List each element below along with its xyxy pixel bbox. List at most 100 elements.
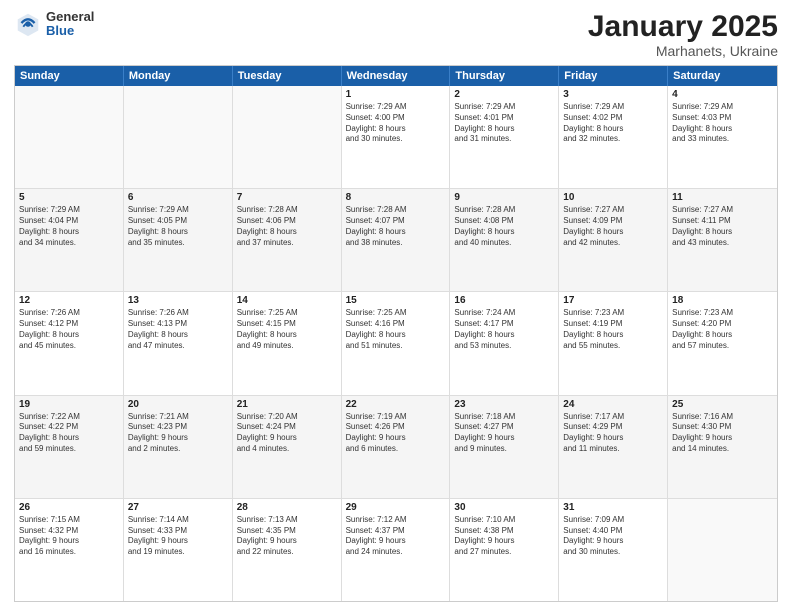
page: General Blue January 2025 Marhanets, Ukr… <box>0 0 792 612</box>
day-number: 26 <box>19 502 119 513</box>
day-number: 11 <box>672 192 773 203</box>
day-content: Sunrise: 7:29 AM Sunset: 4:04 PM Dayligh… <box>19 205 119 248</box>
day-cell-5: 5 Sunrise: 7:29 AM Sunset: 4:04 PM Daylig… <box>15 189 124 291</box>
day-content: Sunrise: 7:27 AM Sunset: 4:09 PM Dayligh… <box>563 205 663 248</box>
day-number: 7 <box>237 192 337 203</box>
day-cell-21: 21 Sunrise: 7:20 AM Sunset: 4:24 PM Dayli… <box>233 396 342 498</box>
day-content: Sunrise: 7:29 AM Sunset: 4:02 PM Dayligh… <box>563 102 663 145</box>
day-content: Sunrise: 7:29 AM Sunset: 4:00 PM Dayligh… <box>346 102 446 145</box>
day-number: 3 <box>563 89 663 100</box>
day-number: 27 <box>128 502 228 513</box>
title-block: January 2025 Marhanets, Ukraine <box>588 10 778 59</box>
day-cell-7: 7 Sunrise: 7:28 AM Sunset: 4:06 PM Daylig… <box>233 189 342 291</box>
day-content: Sunrise: 7:23 AM Sunset: 4:19 PM Dayligh… <box>563 308 663 351</box>
day-cell-1: 1 Sunrise: 7:29 AM Sunset: 4:00 PM Daylig… <box>342 86 451 188</box>
day-cell-13: 13Sunrise: 7:26 AM Sunset: 4:13 PM Dayli… <box>124 292 233 394</box>
empty-cell <box>668 499 777 601</box>
day-cell-31: 31 Sunrise: 7:09 AM Sunset: 4:40 PM Dayli… <box>559 499 668 601</box>
day-cell-18: 18 Sunrise: 7:23 AM Sunset: 4:20 PM Dayli… <box>668 292 777 394</box>
day-cell-3: 3 Sunrise: 7:29 AM Sunset: 4:02 PM Daylig… <box>559 86 668 188</box>
header: General Blue January 2025 Marhanets, Ukr… <box>14 10 778 59</box>
day-content: Sunrise: 7:29 AM Sunset: 4:03 PM Dayligh… <box>672 102 773 145</box>
day-number: 19 <box>19 399 119 410</box>
day-cell-26: 26 Sunrise: 7:15 AM Sunset: 4:32 PM Dayli… <box>15 499 124 601</box>
day-cell-9: 9Sunrise: 7:28 AM Sunset: 4:08 PM Daylig… <box>450 189 559 291</box>
empty-cell <box>124 86 233 188</box>
day-content: Sunrise: 7:15 AM Sunset: 4:32 PM Dayligh… <box>19 515 119 558</box>
day-header-saturday: Saturday <box>668 66 777 86</box>
day-cell-20: 20 Sunrise: 7:21 AM Sunset: 4:23 PM Dayli… <box>124 396 233 498</box>
logo-icon <box>14 10 42 38</box>
logo-text: General Blue <box>46 10 94 39</box>
day-number: 28 <box>237 502 337 513</box>
calendar-header: SundayMondayTuesdayWednesdayThursdayFrid… <box>15 66 777 86</box>
day-cell-28: 28Sunrise: 7:13 AM Sunset: 4:35 PM Dayli… <box>233 499 342 601</box>
day-number: 12 <box>19 295 119 306</box>
day-number: 17 <box>563 295 663 306</box>
day-number: 6 <box>128 192 228 203</box>
day-number: 31 <box>563 502 663 513</box>
day-number: 30 <box>454 502 554 513</box>
calendar: SundayMondayTuesdayWednesdayThursdayFrid… <box>14 65 778 602</box>
location: Marhanets, Ukraine <box>588 43 778 59</box>
day-content: Sunrise: 7:23 AM Sunset: 4:20 PM Dayligh… <box>672 308 773 351</box>
week-row-4: 19 Sunrise: 7:22 AM Sunset: 4:22 PM Dayli… <box>15 395 777 498</box>
day-header-thursday: Thursday <box>450 66 559 86</box>
empty-cell <box>15 86 124 188</box>
day-content: Sunrise: 7:12 AM Sunset: 4:37 PM Dayligh… <box>346 515 446 558</box>
day-header-sunday: Sunday <box>15 66 124 86</box>
day-header-wednesday: Wednesday <box>342 66 451 86</box>
day-cell-6: 6 Sunrise: 7:29 AM Sunset: 4:05 PM Daylig… <box>124 189 233 291</box>
day-number: 15 <box>346 295 446 306</box>
day-number: 18 <box>672 295 773 306</box>
day-number: 24 <box>563 399 663 410</box>
logo-blue-label: Blue <box>46 24 94 38</box>
day-content: Sunrise: 7:28 AM Sunset: 4:06 PM Dayligh… <box>237 205 337 248</box>
day-content: Sunrise: 7:17 AM Sunset: 4:29 PM Dayligh… <box>563 412 663 455</box>
day-cell-27: 27 Sunrise: 7:14 AM Sunset: 4:33 PM Dayli… <box>124 499 233 601</box>
day-header-tuesday: Tuesday <box>233 66 342 86</box>
day-content: Sunrise: 7:29 AM Sunset: 4:01 PM Dayligh… <box>454 102 554 145</box>
day-cell-10: 10 Sunrise: 7:27 AM Sunset: 4:09 PM Dayli… <box>559 189 668 291</box>
day-content: Sunrise: 7:18 AM Sunset: 4:27 PM Dayligh… <box>454 412 554 455</box>
day-content: Sunrise: 7:26 AM Sunset: 4:12 PM Dayligh… <box>19 308 119 351</box>
day-number: 1 <box>346 89 446 100</box>
day-cell-24: 24 Sunrise: 7:17 AM Sunset: 4:29 PM Dayli… <box>559 396 668 498</box>
day-number: 23 <box>454 399 554 410</box>
day-cell-16: 16Sunrise: 7:24 AM Sunset: 4:17 PM Dayli… <box>450 292 559 394</box>
day-cell-19: 19 Sunrise: 7:22 AM Sunset: 4:22 PM Dayli… <box>15 396 124 498</box>
day-content: Sunrise: 7:27 AM Sunset: 4:11 PM Dayligh… <box>672 205 773 248</box>
day-number: 29 <box>346 502 446 513</box>
day-content: Sunrise: 7:20 AM Sunset: 4:24 PM Dayligh… <box>237 412 337 455</box>
day-content: Sunrise: 7:21 AM Sunset: 4:23 PM Dayligh… <box>128 412 228 455</box>
logo-general-label: General <box>46 10 94 24</box>
day-cell-4: 4 Sunrise: 7:29 AM Sunset: 4:03 PM Daylig… <box>668 86 777 188</box>
day-content: Sunrise: 7:19 AM Sunset: 4:26 PM Dayligh… <box>346 412 446 455</box>
day-content: Sunrise: 7:29 AM Sunset: 4:05 PM Dayligh… <box>128 205 228 248</box>
week-row-3: 12 Sunrise: 7:26 AM Sunset: 4:12 PM Dayli… <box>15 291 777 394</box>
day-cell-11: 11 Sunrise: 7:27 AM Sunset: 4:11 PM Dayli… <box>668 189 777 291</box>
day-number: 2 <box>454 89 554 100</box>
day-number: 22 <box>346 399 446 410</box>
day-content: Sunrise: 7:09 AM Sunset: 4:40 PM Dayligh… <box>563 515 663 558</box>
day-cell-2: 2 Sunrise: 7:29 AM Sunset: 4:01 PM Daylig… <box>450 86 559 188</box>
week-row-5: 26 Sunrise: 7:15 AM Sunset: 4:32 PM Dayli… <box>15 498 777 601</box>
day-number: 5 <box>19 192 119 203</box>
day-number: 20 <box>128 399 228 410</box>
day-number: 10 <box>563 192 663 203</box>
day-number: 21 <box>237 399 337 410</box>
day-cell-22: 22 Sunrise: 7:19 AM Sunset: 4:26 PM Dayli… <box>342 396 451 498</box>
day-number: 4 <box>672 89 773 100</box>
day-cell-8: 8Sunrise: 7:28 AM Sunset: 4:07 PM Daylig… <box>342 189 451 291</box>
week-row-1: 1 Sunrise: 7:29 AM Sunset: 4:00 PM Daylig… <box>15 86 777 188</box>
day-number: 9 <box>454 192 554 203</box>
day-content: Sunrise: 7:25 AM Sunset: 4:15 PM Dayligh… <box>237 308 337 351</box>
day-cell-25: 25 Sunrise: 7:16 AM Sunset: 4:30 PM Dayli… <box>668 396 777 498</box>
day-number: 8 <box>346 192 446 203</box>
day-number: 25 <box>672 399 773 410</box>
day-content: Sunrise: 7:16 AM Sunset: 4:30 PM Dayligh… <box>672 412 773 455</box>
day-content: Sunrise: 7:22 AM Sunset: 4:22 PM Dayligh… <box>19 412 119 455</box>
day-number: 16 <box>454 295 554 306</box>
day-content: Sunrise: 7:14 AM Sunset: 4:33 PM Dayligh… <box>128 515 228 558</box>
day-content: Sunrise: 7:26 AM Sunset: 4:13 PM Dayligh… <box>128 308 228 351</box>
